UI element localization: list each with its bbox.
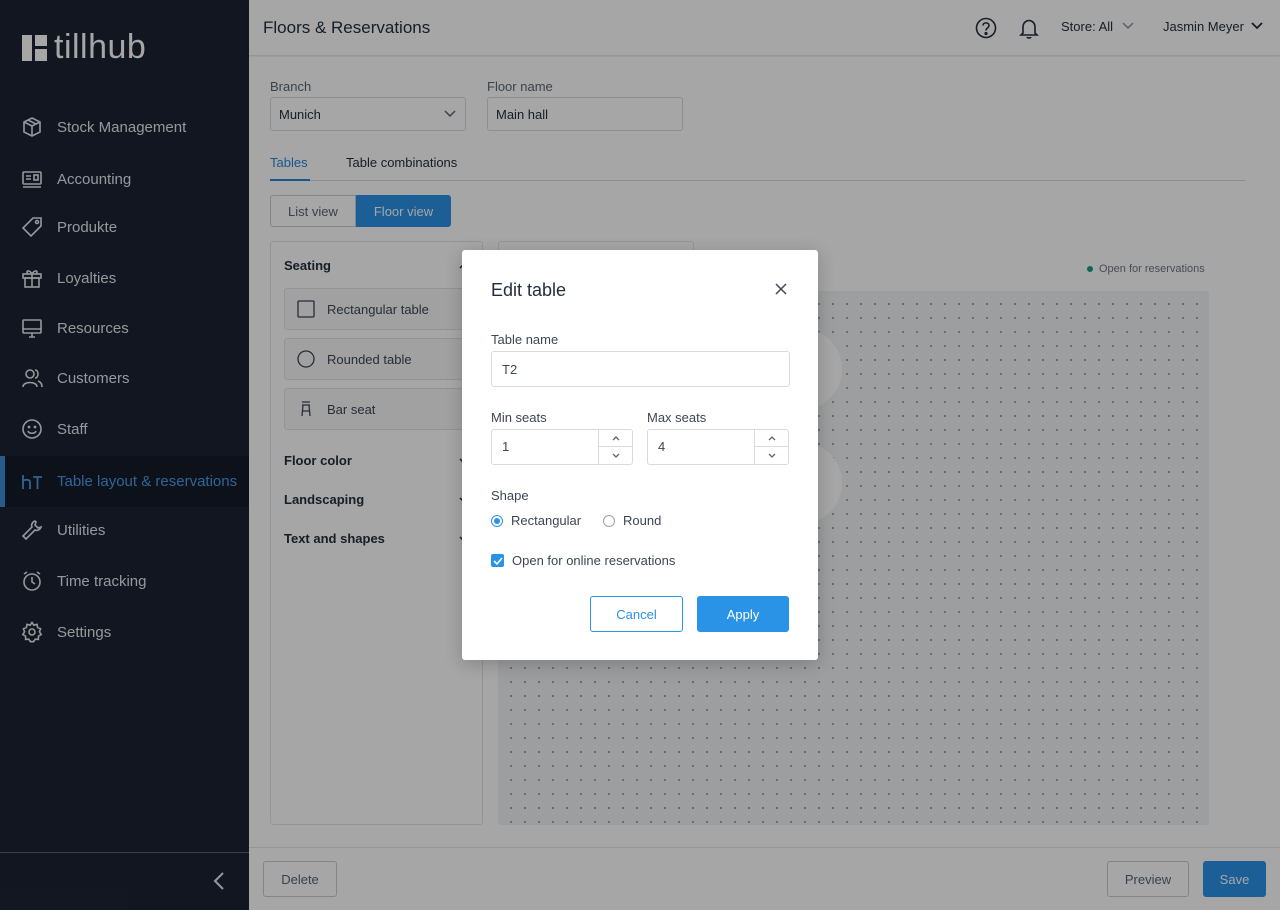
shape-round-radio[interactable]: Round xyxy=(603,513,661,528)
min-seats-stepper[interactable]: 1 xyxy=(491,429,633,465)
edit-table-dialog: Edit table Table name T2 Min seats 1 Max… xyxy=(462,250,818,660)
radio-selected-icon xyxy=(491,514,503,527)
increment-button[interactable] xyxy=(599,430,633,447)
checkmark-icon xyxy=(491,554,504,567)
max-seats-label: Max seats xyxy=(647,410,707,425)
radio-label: Round xyxy=(623,513,662,528)
decrement-button[interactable] xyxy=(599,447,633,464)
checkbox-label: Open for online reservations xyxy=(512,553,676,568)
cancel-button[interactable]: Cancel xyxy=(590,596,683,632)
increment-button[interactable] xyxy=(755,430,789,447)
stepper-controls xyxy=(598,430,633,464)
min-seats-value: 1 xyxy=(502,439,510,454)
dialog-title: Edit table xyxy=(491,280,567,300)
table-name-input[interactable]: T2 xyxy=(491,351,790,387)
apply-button[interactable]: Apply xyxy=(697,596,789,632)
stepper-controls xyxy=(754,430,789,464)
max-seats-stepper[interactable]: 4 xyxy=(647,429,789,465)
table-name-label: Table name xyxy=(491,332,559,347)
decrement-button[interactable] xyxy=(755,447,789,464)
close-icon[interactable] xyxy=(772,280,790,298)
table-name-value: T2 xyxy=(502,361,518,377)
min-seats-label: Min seats xyxy=(491,410,547,425)
online-reservations-checkbox[interactable]: Open for online reservations xyxy=(491,553,675,568)
radio-unselected-icon xyxy=(603,514,615,527)
shape-label: Shape xyxy=(491,488,529,503)
radio-label: Rectangular xyxy=(511,513,582,528)
shape-rectangular-radio[interactable]: Rectangular xyxy=(491,513,581,528)
max-seats-value: 4 xyxy=(658,439,666,454)
